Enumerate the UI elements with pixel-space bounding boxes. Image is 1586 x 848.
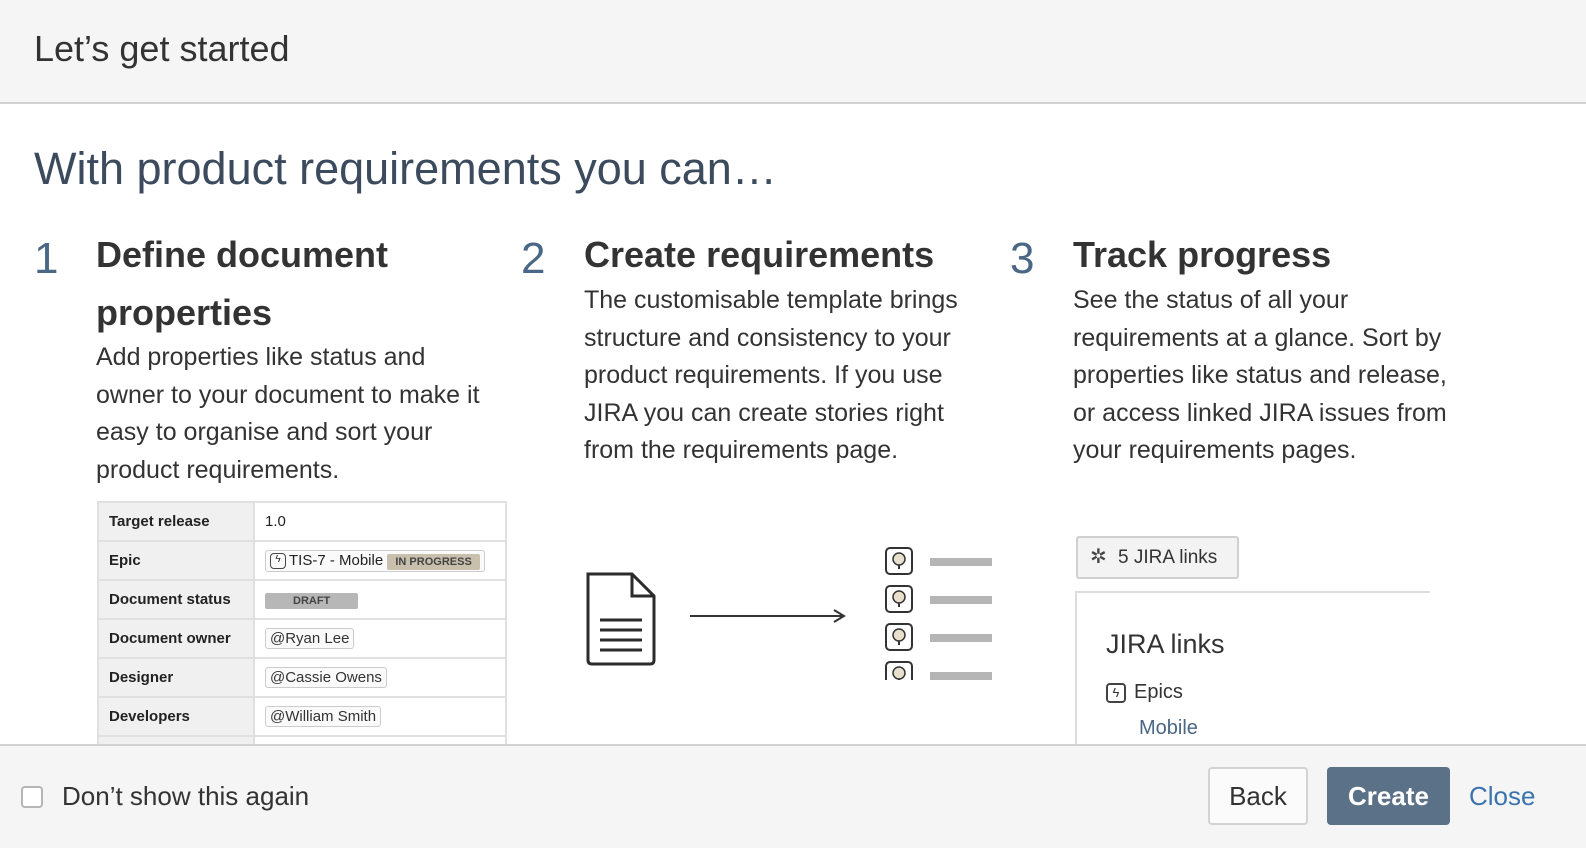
dont-show-again-checkbox[interactable] xyxy=(21,786,43,808)
step-title-1: Define document properties xyxy=(96,226,388,342)
description-line: structure and consistency to your xyxy=(584,323,951,352)
step-title-1-line1: Define document xyxy=(96,234,389,275)
user-mention: @Ryan Lee xyxy=(265,628,355,649)
table-row: Developers @William Smith xyxy=(97,696,507,737)
jira-links-label: 5 JIRA links xyxy=(1118,547,1218,568)
dialog-title: Let’s get started xyxy=(34,28,290,69)
description-line: or access linked JIRA issues from xyxy=(1073,398,1447,427)
property-key: Developers xyxy=(97,696,255,737)
arrow-right-icon xyxy=(690,609,846,623)
main-heading: With product requirements you can… xyxy=(34,143,777,194)
table-row: Document status DRAFT xyxy=(97,579,507,620)
jira-icon: ✲ xyxy=(1090,546,1107,568)
table-row: Target release 1.0 xyxy=(97,501,507,542)
property-value: @Ryan Lee xyxy=(253,618,507,659)
description-line: See the status of all your xyxy=(1073,286,1349,314)
step-number-1: 1 xyxy=(34,234,59,283)
description-line: product requirements. xyxy=(96,455,340,484)
description-line: requirements at a glance. Sort by xyxy=(1073,323,1442,352)
property-value: @William Smith xyxy=(253,696,507,737)
property-key: Epic xyxy=(97,540,255,581)
description-line: Add properties like status and xyxy=(96,343,426,371)
story-list-icon xyxy=(885,547,992,680)
step-number-3: 3 xyxy=(1010,234,1035,283)
step-number-2: 2 xyxy=(521,234,546,283)
document-properties-table: Target release 1.0 Epic ϟ TIS-7 - Mobile … xyxy=(97,501,507,776)
epic-item: Mobile xyxy=(1139,717,1198,739)
step-title-2: Create requirements xyxy=(584,234,935,275)
epics-text: Epics xyxy=(1134,681,1183,703)
epic-icon: ϟ xyxy=(1106,682,1126,703)
description-line: your requirements pages. xyxy=(1073,436,1357,464)
back-button[interactable]: Back xyxy=(1208,767,1308,825)
property-key: Document owner xyxy=(97,618,255,659)
epic-link: ϟ TIS-7 - Mobile IN PROGRESS xyxy=(265,549,485,572)
jira-links-panel: JIRA links ϟ Epics Mobile xyxy=(1075,591,1430,751)
document-icon xyxy=(586,572,656,666)
dialog-footer: Don’t show this again Back Create Close xyxy=(0,744,1586,848)
close-link[interactable]: Close xyxy=(1469,781,1535,812)
table-row: Document owner @Ryan Lee xyxy=(97,618,507,659)
dialog-header: Let’s get started xyxy=(0,0,1586,104)
step-title-3: Track progress xyxy=(1073,234,1332,275)
table-row: Designer @Cassie Owens xyxy=(97,657,507,698)
epic-name: TIS-7 - Mobile xyxy=(289,551,384,569)
step-description-3: See the status of all your requirements … xyxy=(1073,282,1447,470)
status-badge: DRAFT xyxy=(265,592,359,609)
jira-links-button: ✲ 5 JIRA links xyxy=(1076,536,1239,579)
status-badge: IN PROGRESS xyxy=(387,553,480,570)
step-title-1-line2: properties xyxy=(96,292,273,333)
requirements-illustration xyxy=(586,547,992,680)
description-line: properties like status and release, xyxy=(1073,361,1447,389)
user-mention: @William Smith xyxy=(265,706,382,727)
user-mention: @Cassie Owens xyxy=(265,667,387,688)
property-value: 1.0 xyxy=(253,501,507,542)
property-key: Target release xyxy=(97,501,255,542)
property-value: ϟ TIS-7 - Mobile IN PROGRESS xyxy=(253,540,507,581)
epic-icon: ϟ xyxy=(270,552,286,569)
description-line: owner to your document to make it xyxy=(96,380,480,409)
dont-show-again-label[interactable]: Don’t show this again xyxy=(62,781,309,812)
description-line: JIRA you can create stories right xyxy=(584,398,944,427)
step-description-1: Add properties like status and owner to … xyxy=(96,339,480,489)
description-line: The customisable template brings xyxy=(584,286,958,314)
property-key: Designer xyxy=(97,657,255,698)
jira-panel-title: JIRA links xyxy=(1106,629,1225,659)
create-button[interactable]: Create xyxy=(1327,767,1450,825)
description-line: from the requirements page. xyxy=(584,436,899,464)
property-key: Document status xyxy=(97,579,255,620)
property-value: DRAFT xyxy=(253,579,507,620)
step-description-2: The customisable template brings structu… xyxy=(584,282,958,470)
property-value: @Cassie Owens xyxy=(253,657,507,698)
table-row: Epic ϟ TIS-7 - Mobile IN PROGRESS xyxy=(97,540,507,581)
epics-label: ϟ Epics xyxy=(1106,681,1183,704)
description-line: easy to organise and sort your xyxy=(96,418,433,446)
description-line: product requirements. If you use xyxy=(584,361,943,389)
